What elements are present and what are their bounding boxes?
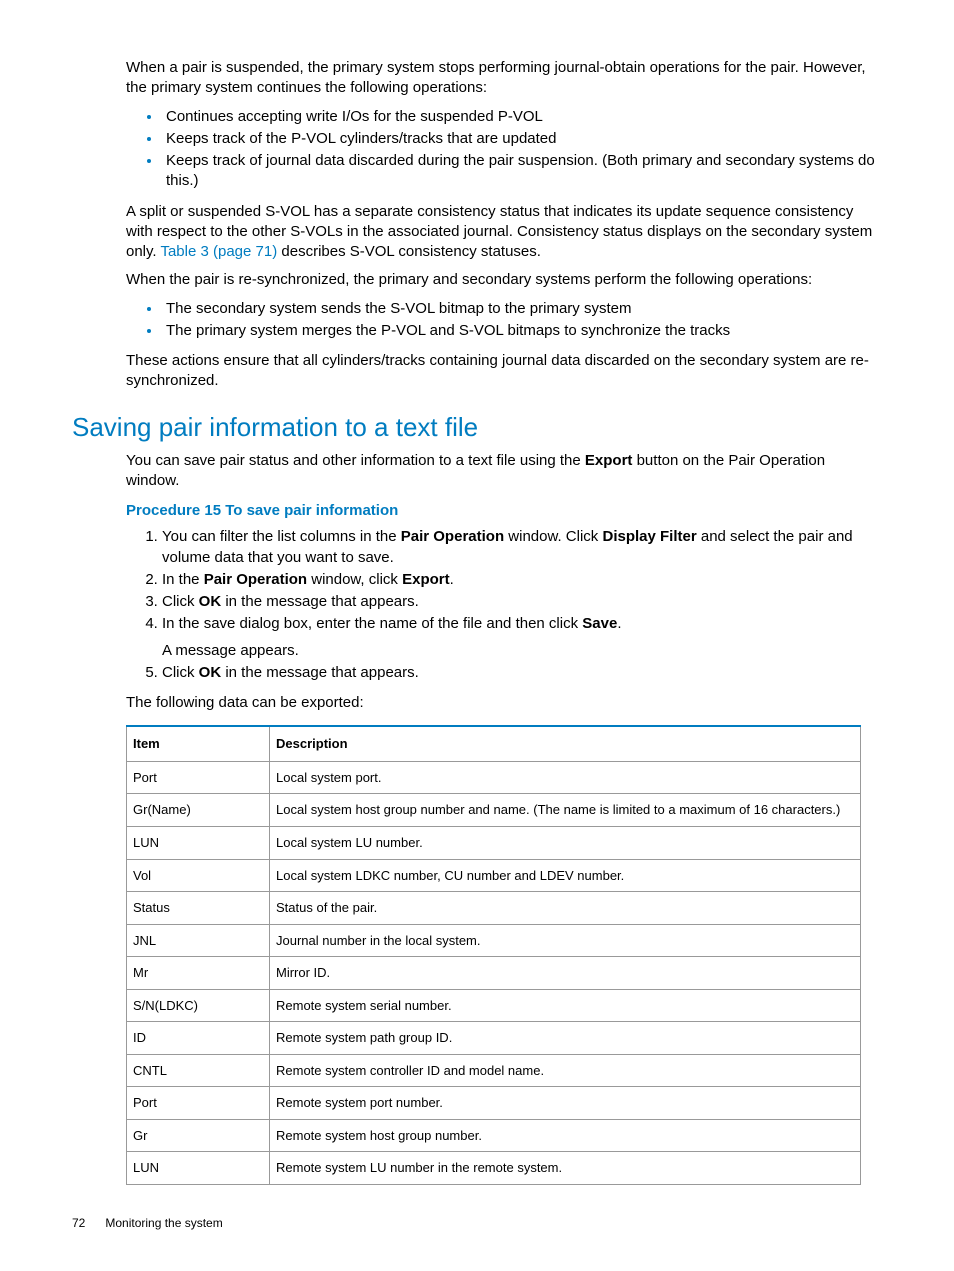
paragraph: When a pair is suspended, the primary sy… xyxy=(126,58,882,99)
step-sub: A message appears. xyxy=(162,641,882,661)
list-item: The primary system merges the P-VOL and … xyxy=(162,321,882,341)
cell-description: Status of the pair. xyxy=(270,892,861,925)
table-3-link[interactable]: Table 3 (page 71) xyxy=(160,243,277,260)
text: Click xyxy=(162,593,199,610)
cell-description: Local system LU number. xyxy=(270,826,861,859)
table-row: IDRemote system path group ID. xyxy=(127,1022,861,1055)
text: in the message that appears. xyxy=(221,593,419,610)
list-item: Keeps track of the P-VOL cylinders/track… xyxy=(162,129,882,149)
cell-description: Remote system host group number. xyxy=(270,1119,861,1152)
pair-operation-label: Pair Operation xyxy=(401,528,504,545)
col-item: Item xyxy=(127,726,270,761)
table-row: PortLocal system port. xyxy=(127,761,861,794)
text: You can filter the list columns in the xyxy=(162,528,401,545)
cell-item: LUN xyxy=(127,826,270,859)
text: in the message that appears. xyxy=(221,664,419,681)
ok-label: OK xyxy=(199,593,222,610)
export-label: Export xyxy=(402,571,450,588)
list-item: Continues accepting write I/Os for the s… xyxy=(162,107,882,127)
display-filter-label: Display Filter xyxy=(602,528,696,545)
list-item: The secondary system sends the S-VOL bit… xyxy=(162,299,882,319)
cell-description: Mirror ID. xyxy=(270,957,861,990)
section-heading: Saving pair information to a text file xyxy=(72,410,882,445)
page-number: 72 xyxy=(72,1215,102,1231)
bullet-list: The secondary system sends the S-VOL bit… xyxy=(72,299,882,342)
cell-description: Remote system controller ID and model na… xyxy=(270,1054,861,1087)
table-row: JNLJournal number in the local system. xyxy=(127,924,861,957)
table-row: VolLocal system LDKC number, CU number a… xyxy=(127,859,861,892)
cell-item: JNL xyxy=(127,924,270,957)
cell-item: LUN xyxy=(127,1152,270,1185)
step-4: In the save dialog box, enter the name o… xyxy=(162,614,882,661)
cell-item: Vol xyxy=(127,859,270,892)
procedure-title: Procedure 15 To save pair information xyxy=(126,501,882,521)
table-row: LUNLocal system LU number. xyxy=(127,826,861,859)
export-data-table: Item Description PortLocal system port.G… xyxy=(126,725,861,1185)
paragraph: When the pair is re-synchronized, the pr… xyxy=(126,270,882,290)
col-description: Description xyxy=(270,726,861,761)
ordered-steps: You can filter the list columns in the P… xyxy=(72,527,882,683)
text: You can save pair status and other infor… xyxy=(126,452,585,469)
list-item: Keeps track of journal data discarded du… xyxy=(162,151,882,192)
step-5: Click OK in the message that appears. xyxy=(162,663,882,683)
cell-item: ID xyxy=(127,1022,270,1055)
ok-label: OK xyxy=(199,664,222,681)
cell-description: Remote system LU number in the remote sy… xyxy=(270,1152,861,1185)
paragraph: A split or suspended S-VOL has a separat… xyxy=(126,202,882,263)
table-row: LUNRemote system LU number in the remote… xyxy=(127,1152,861,1185)
cell-item: CNTL xyxy=(127,1054,270,1087)
cell-description: Remote system serial number. xyxy=(270,989,861,1022)
export-label: Export xyxy=(585,452,633,469)
table-row: CNTLRemote system controller ID and mode… xyxy=(127,1054,861,1087)
cell-description: Local system port. xyxy=(270,761,861,794)
table-row: S/N(LDKC)Remote system serial number. xyxy=(127,989,861,1022)
text: In the xyxy=(162,571,204,588)
table-header-row: Item Description xyxy=(127,726,861,761)
save-label: Save xyxy=(582,615,617,632)
cell-description: Journal number in the local system. xyxy=(270,924,861,957)
text: Click xyxy=(162,664,199,681)
table-row: StatusStatus of the pair. xyxy=(127,892,861,925)
pair-operation-label: Pair Operation xyxy=(204,571,307,588)
text: . xyxy=(450,571,454,588)
paragraph: These actions ensure that all cylinders/… xyxy=(126,351,882,392)
table-row: PortRemote system port number. xyxy=(127,1087,861,1120)
table-row: GrRemote system host group number. xyxy=(127,1119,861,1152)
text: window. Click xyxy=(504,528,602,545)
cell-description: Local system LDKC number, CU number and … xyxy=(270,859,861,892)
text: describes S-VOL consistency statuses. xyxy=(277,243,541,260)
cell-item: Gr(Name) xyxy=(127,794,270,827)
bullet-list: Continues accepting write I/Os for the s… xyxy=(72,107,882,192)
step-3: Click OK in the message that appears. xyxy=(162,592,882,612)
cell-item: Port xyxy=(127,761,270,794)
page-footer: 72 Monitoring the system xyxy=(72,1215,882,1231)
cell-description: Remote system path group ID. xyxy=(270,1022,861,1055)
cell-item: S/N(LDKC) xyxy=(127,989,270,1022)
table-row: Gr(Name)Local system host group number a… xyxy=(127,794,861,827)
text: In the save dialog box, enter the name o… xyxy=(162,615,582,632)
cell-item: Port xyxy=(127,1087,270,1120)
cell-description: Local system host group number and name.… xyxy=(270,794,861,827)
text: . xyxy=(617,615,621,632)
step-1: You can filter the list columns in the P… xyxy=(162,527,882,568)
cell-item: Mr xyxy=(127,957,270,990)
step-2: In the Pair Operation window, click Expo… xyxy=(162,570,882,590)
table-row: MrMirror ID. xyxy=(127,957,861,990)
text: window, click xyxy=(307,571,402,588)
paragraph: The following data can be exported: xyxy=(126,693,882,713)
paragraph: You can save pair status and other infor… xyxy=(126,451,882,492)
cell-item: Status xyxy=(127,892,270,925)
footer-title: Monitoring the system xyxy=(105,1216,222,1230)
cell-item: Gr xyxy=(127,1119,270,1152)
cell-description: Remote system port number. xyxy=(270,1087,861,1120)
